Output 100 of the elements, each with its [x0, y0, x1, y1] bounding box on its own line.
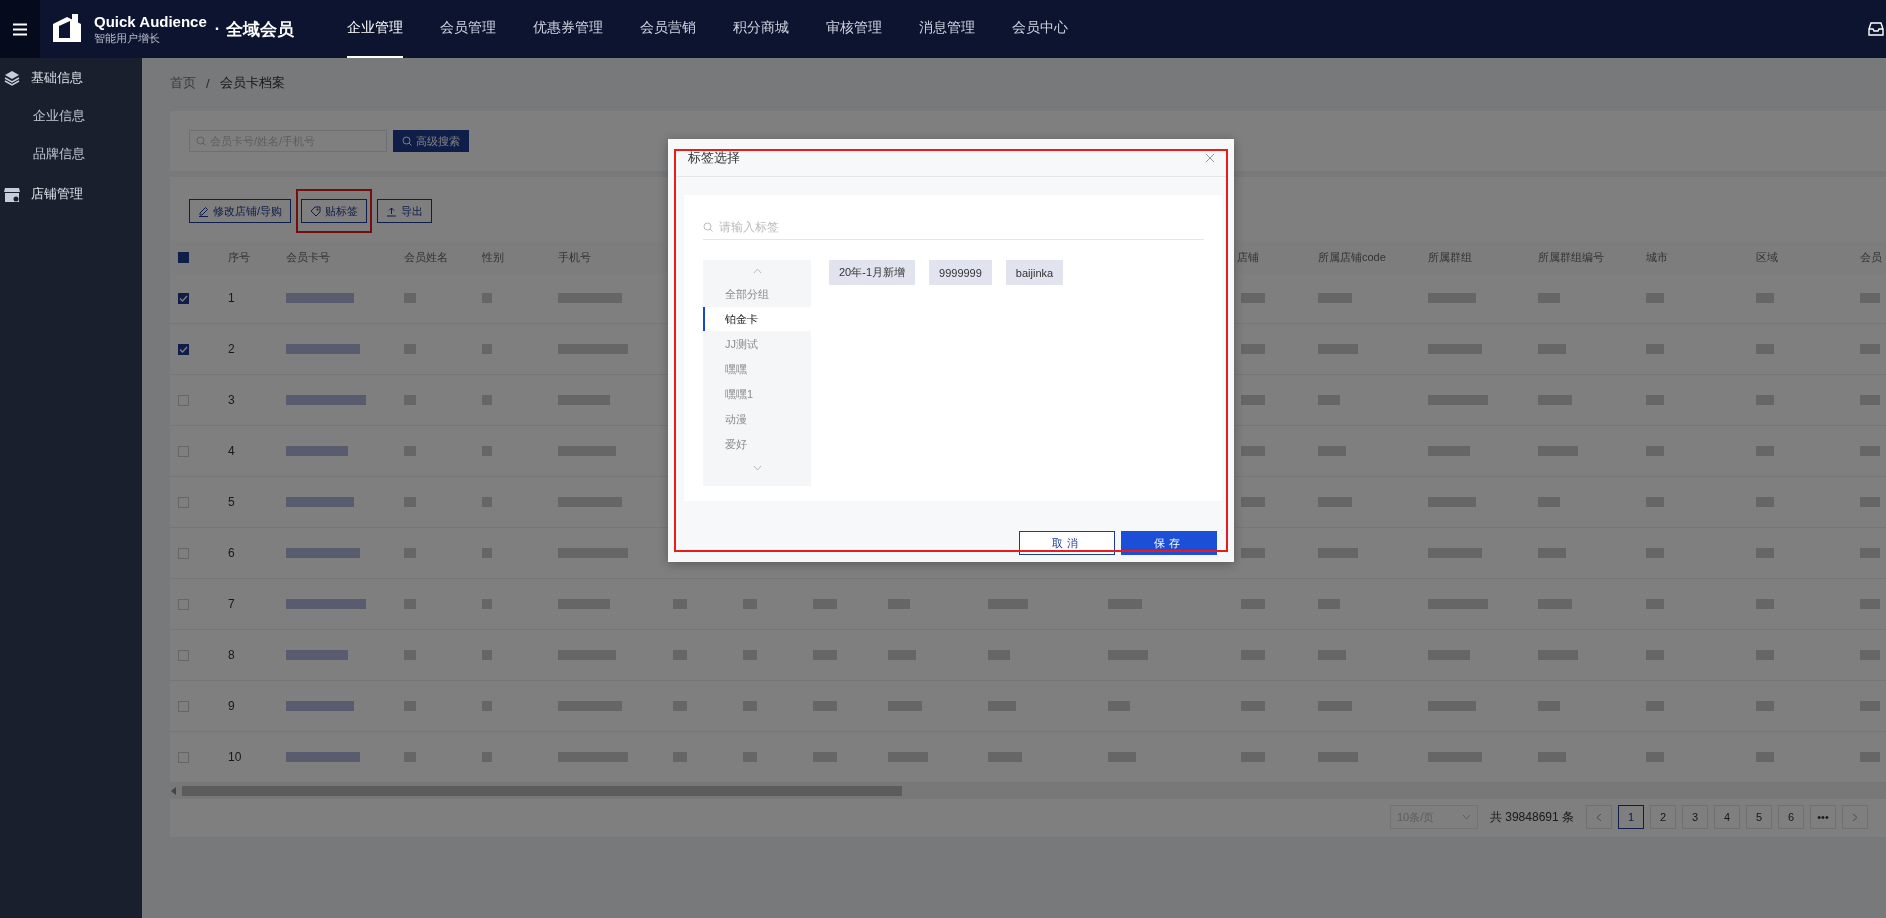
next-page-button[interactable] — [1842, 805, 1868, 829]
redacted-text — [1860, 293, 1880, 303]
sidebar-item[interactable]: 企业信息 — [33, 107, 85, 125]
column-header: 会员卡号 — [286, 249, 330, 265]
redacted-text — [1860, 701, 1880, 711]
inbox-icon[interactable] — [1868, 22, 1884, 36]
scroll-left-icon[interactable] — [170, 787, 178, 795]
nav-tab[interactable]: 会员营销 — [640, 0, 697, 58]
nav-tab[interactable]: 会员中心 — [1012, 0, 1069, 58]
redacted-text — [1538, 446, 1578, 456]
redacted-text — [404, 752, 416, 762]
tag-group-item[interactable]: 嘿嘿 — [703, 357, 811, 381]
tag-chip[interactable]: 9999999 — [929, 260, 992, 285]
toolbar-button[interactable]: 贴标签 — [301, 199, 368, 223]
tag-chip[interactable]: baijinka — [1005, 260, 1064, 285]
redacted-text — [813, 701, 837, 711]
nav-tab[interactable]: 积分商城 — [733, 0, 790, 58]
tag-group-item[interactable]: 嘿嘿1 — [703, 382, 811, 406]
redacted-text — [1428, 446, 1470, 456]
page-button[interactable]: 6 — [1778, 805, 1804, 829]
column-header: 所属店铺code — [1318, 249, 1386, 265]
redacted-text — [1318, 395, 1340, 405]
page-button[interactable]: 3 — [1682, 805, 1708, 829]
toolbar-button[interactable]: 修改店铺/导购 — [189, 199, 292, 223]
redacted-text — [1318, 497, 1352, 507]
column-header: 会员姓名 — [404, 249, 448, 265]
tag-group-item[interactable]: 全部分组 — [703, 282, 811, 306]
redacted-text — [1646, 752, 1664, 762]
redacted-text — [1241, 293, 1265, 303]
redacted-text — [1428, 548, 1482, 558]
tag-group-item[interactable]: 动漫 — [703, 407, 811, 431]
redacted-text — [1428, 650, 1470, 660]
row-checkbox[interactable] — [178, 343, 189, 355]
table-cell: 2 — [228, 342, 235, 356]
breadcrumb-item[interactable]: 首页 — [170, 74, 196, 92]
table-cell: 7 — [228, 597, 235, 611]
page-button[interactable]: 4 — [1714, 805, 1740, 829]
select-all-checkbox[interactable] — [178, 251, 189, 263]
column-header: 会员 — [1860, 249, 1882, 265]
nav-tab[interactable]: 企业管理 — [347, 0, 404, 58]
redacted-text — [743, 650, 757, 660]
total-count: 共 39848691 条 — [1489, 808, 1574, 826]
toolbar-button[interactable]: 导出 — [377, 199, 433, 223]
page-button[interactable]: 1 — [1618, 805, 1644, 829]
redacted-text — [1756, 650, 1774, 660]
redacted-text — [1860, 548, 1880, 558]
chevron-up-icon[interactable] — [752, 268, 762, 274]
redacted-text — [1646, 446, 1664, 456]
sidebar-group[interactable]: 基础信息 — [31, 69, 83, 87]
sidebar-group[interactable]: 店铺管理 — [31, 185, 83, 203]
tag-chip[interactable]: 20年-1月新增 — [829, 260, 916, 285]
nav-tab[interactable]: 会员管理 — [440, 0, 497, 58]
cancel-button[interactable]: 取消 — [1019, 531, 1115, 555]
redacted-text — [1538, 701, 1560, 711]
redacted-text — [1538, 599, 1572, 609]
search-icon — [703, 222, 713, 232]
save-button[interactable]: 保存 — [1121, 531, 1217, 555]
page-button[interactable]: ••• — [1810, 805, 1836, 829]
store-icon — [4, 186, 20, 202]
column-header: 所属群组 — [1428, 249, 1472, 265]
nav-tab[interactable]: 优惠券管理 — [533, 0, 604, 58]
layers-icon — [4, 70, 20, 86]
redacted-text — [482, 599, 492, 609]
nav-tab[interactable]: 审核管理 — [826, 0, 883, 58]
redacted-text — [286, 701, 354, 711]
redacted-text — [1428, 395, 1488, 405]
chevron-down-icon[interactable] — [752, 465, 762, 471]
redacted-text — [286, 293, 354, 303]
redacted-text — [558, 701, 622, 711]
redacted-text — [1108, 650, 1148, 660]
chevron-down-icon — [1461, 814, 1471, 820]
advanced-search-button[interactable]: 高级搜索 — [393, 130, 469, 152]
redacted-text — [404, 548, 416, 558]
horizontal-scrollbar[interactable] — [170, 783, 1886, 799]
previous-page-button[interactable] — [1586, 805, 1612, 829]
redacted-text — [1646, 497, 1664, 507]
page-button[interactable]: 2 — [1650, 805, 1676, 829]
nav-tab[interactable]: 消息管理 — [919, 0, 976, 58]
sidebar-item[interactable]: 品牌信息 — [33, 145, 85, 163]
redacted-text — [558, 650, 616, 660]
redacted-text — [286, 650, 348, 660]
redacted-text — [1241, 395, 1265, 405]
redacted-text — [1860, 752, 1880, 762]
page-button[interactable]: 5 — [1746, 805, 1772, 829]
redacted-text — [743, 752, 757, 762]
tag-icon — [310, 205, 322, 217]
search-icon — [402, 136, 412, 146]
tag-group-item[interactable]: JJ测试 — [703, 332, 811, 356]
redacted-text — [1538, 344, 1566, 354]
close-button[interactable] — [1206, 153, 1214, 162]
redacted-text — [673, 650, 687, 660]
redacted-text — [1428, 752, 1482, 762]
table-cell: 10 — [228, 750, 242, 764]
tag-group-item[interactable]: 铂金卡 — [703, 307, 811, 331]
redacted-text — [673, 752, 687, 762]
redacted-text — [1318, 752, 1358, 762]
redacted-text — [743, 599, 757, 609]
menu-button[interactable] — [0, 0, 40, 58]
row-checkbox[interactable] — [178, 292, 189, 304]
tag-group-item[interactable]: 爱好 — [703, 432, 811, 456]
